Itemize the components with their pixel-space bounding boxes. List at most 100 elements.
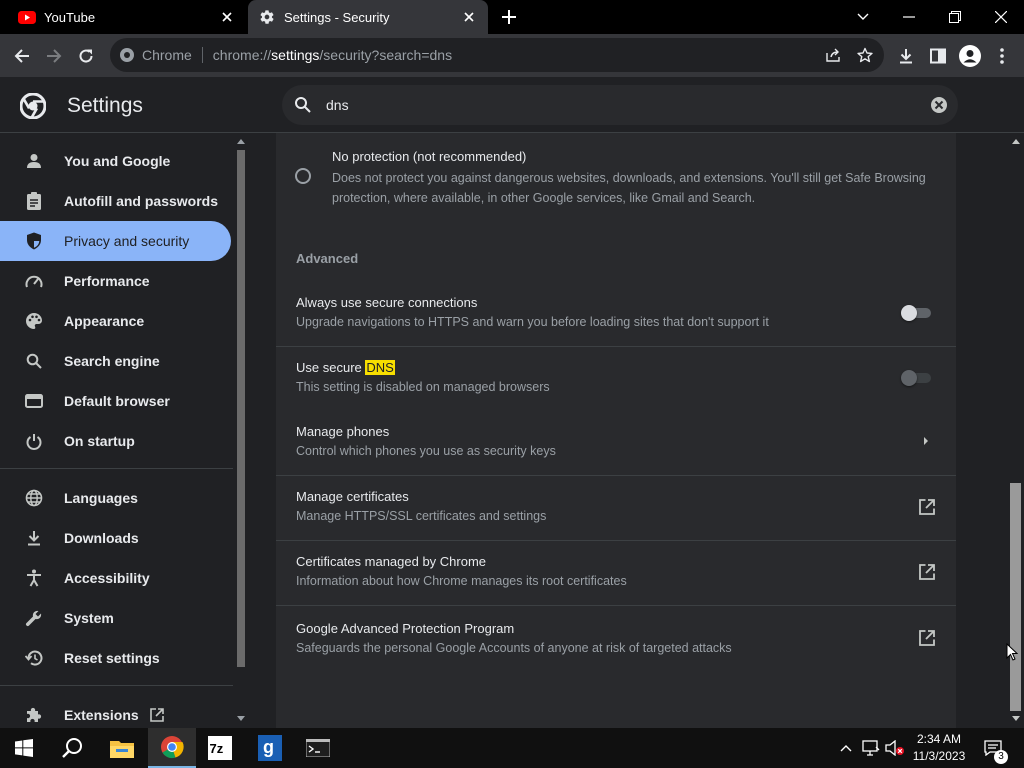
volume-muted-icon[interactable] [884, 728, 906, 768]
search-value: dns [326, 97, 349, 113]
back-button[interactable] [7, 41, 37, 71]
no-protection-radio[interactable] [295, 168, 311, 184]
main-scrollbar-thumb[interactable] [1010, 483, 1021, 711]
address-bar[interactable]: Chrome chrome://settings/security?search… [110, 38, 884, 72]
sidebar-item-extensions[interactable]: Extensions [0, 695, 231, 728]
secure-connections-toggle[interactable] [901, 305, 933, 321]
sidebar-item-on-startup[interactable]: On startup [0, 421, 231, 461]
puzzle-icon [24, 705, 44, 725]
row-description: Information about how Chrome manages its… [296, 574, 627, 588]
row-title: Always use secure connections [296, 295, 478, 310]
chrome-icon [118, 46, 136, 64]
scroll-down-arrow-icon[interactable] [236, 715, 246, 725]
certificates-managed-by-chrome-row[interactable]: Certificates managed by Chrome Informati… [276, 540, 956, 605]
sidebar-item-performance[interactable]: Performance [0, 261, 231, 301]
person-icon [24, 151, 44, 171]
power-icon [24, 431, 44, 451]
close-tab-icon[interactable] [216, 6, 238, 28]
manage-certificates-row[interactable]: Manage certificates Manage HTTPS/SSL cer… [276, 475, 956, 540]
row-title: Certificates managed by Chrome [296, 554, 487, 569]
sidebar-item-appearance[interactable]: Appearance [0, 301, 231, 341]
gcompris-icon[interactable]: g [246, 728, 294, 768]
advanced-protection-program-row[interactable]: Google Advanced Protection Program Safeg… [276, 605, 956, 670]
new-tab-button[interactable] [498, 6, 520, 28]
sidebar-item-downloads[interactable]: Downloads [0, 518, 231, 558]
manage-phones-row[interactable]: Manage phones Control which phones you u… [276, 410, 956, 475]
chevron-up-icon[interactable] [836, 728, 856, 768]
tab-youtube[interactable]: YouTube [0, 0, 246, 34]
sidebar-item-label: Performance [64, 273, 150, 289]
always-secure-connections-row[interactable]: Always use secure connections Upgrade na… [276, 281, 956, 346]
settings-header: Settings dns [0, 77, 1024, 133]
downloads-button[interactable] [891, 41, 921, 71]
sidebar-item-privacy-and-security[interactable]: Privacy and security [0, 221, 231, 261]
bookmark-star-icon[interactable] [850, 40, 880, 70]
close-window-button[interactable] [978, 0, 1024, 34]
sidebar-item-languages[interactable]: Languages [0, 478, 231, 518]
row-description: This setting is disabled on managed brow… [296, 380, 550, 394]
advanced-heading: Advanced [296, 251, 359, 266]
terminal-icon[interactable] [294, 728, 342, 768]
reload-button[interactable] [71, 41, 101, 71]
7zip-icon[interactable]: 7z [196, 728, 244, 768]
settings-title: Settings [67, 94, 143, 117]
search-icon [294, 96, 312, 114]
use-secure-dns-row: Use secure DNS This setting is disabled … [276, 346, 956, 411]
scroll-down-arrow-icon[interactable] [1011, 715, 1021, 725]
file-explorer-icon[interactable] [98, 728, 146, 768]
sidebar-item-label: Extensions [64, 707, 139, 723]
side-panel-button[interactable] [923, 41, 953, 71]
sidebar-item-label: On startup [64, 433, 135, 449]
row-title: Google Advanced Protection Program [296, 621, 515, 636]
no-protection-option[interactable]: No protection (not recommended) Does not… [276, 141, 956, 211]
mouse-cursor-icon [1006, 643, 1018, 661]
external-link-icon[interactable] [918, 563, 936, 581]
sidebar-item-default-browser[interactable]: Default browser [0, 381, 231, 421]
tab-settings-security[interactable]: Settings - Security [248, 0, 488, 34]
sidebar-item-system[interactable]: System [0, 598, 231, 638]
row-description: Control which phones you use as security… [296, 444, 556, 458]
main-scrollbar[interactable] [1007, 133, 1024, 728]
tab-title: Settings - Security [284, 9, 390, 25]
speedometer-icon [24, 271, 44, 291]
profile-avatar[interactable] [955, 41, 985, 71]
search-icon[interactable] [48, 728, 96, 768]
clipboard-icon [24, 191, 44, 211]
settings-search-input[interactable]: dns [282, 85, 958, 125]
taskbar-clock[interactable]: 2:34 AM 11/3/2023 [906, 731, 972, 765]
sidebar-item-autofill[interactable]: Autofill and passwords [0, 181, 231, 221]
sidebar-divider [0, 685, 233, 686]
row-description: Safeguards the personal Google Accounts … [296, 641, 732, 655]
row-title: Use secure DNS [296, 360, 395, 375]
close-tab-icon[interactable] [458, 6, 480, 28]
network-icon[interactable] [860, 728, 882, 768]
tab-search-button[interactable] [840, 0, 886, 34]
external-link-icon[interactable] [918, 629, 936, 647]
sidebar-item-you-and-google[interactable]: You and Google [0, 141, 231, 181]
chrome-logo-icon [20, 93, 46, 119]
start-icon[interactable] [0, 728, 48, 768]
sidebar-scrollbar-thumb[interactable] [237, 150, 245, 667]
restore-button[interactable] [932, 0, 978, 34]
sidebar-scrollbar[interactable] [233, 133, 249, 728]
sidebar-item-search-engine[interactable]: Search engine [0, 341, 231, 381]
chrome-icon[interactable] [148, 728, 196, 768]
clear-search-icon[interactable] [930, 96, 948, 114]
forward-button[interactable] [39, 41, 69, 71]
secure-dns-toggle [901, 370, 933, 386]
tab-strip: YouTube Settings - Security [0, 0, 1024, 34]
scroll-up-arrow-icon[interactable] [236, 137, 246, 147]
search-highlight: DNS [365, 360, 395, 375]
chrome-menu-button[interactable] [987, 41, 1017, 71]
minimize-button[interactable] [886, 0, 932, 34]
site-chip: Chrome [142, 47, 203, 63]
scroll-up-arrow-icon[interactable] [1011, 137, 1021, 147]
sidebar-item-accessibility[interactable]: Accessibility [0, 558, 231, 598]
sidebar-item-reset-settings[interactable]: Reset settings [0, 638, 231, 678]
clock-time: 2:34 AM [916, 732, 962, 746]
browser-icon [24, 391, 44, 411]
chevron-right-icon[interactable] [923, 437, 929, 445]
url-host: settings [271, 47, 320, 63]
external-link-icon[interactable] [918, 498, 936, 516]
share-icon[interactable] [818, 40, 848, 70]
